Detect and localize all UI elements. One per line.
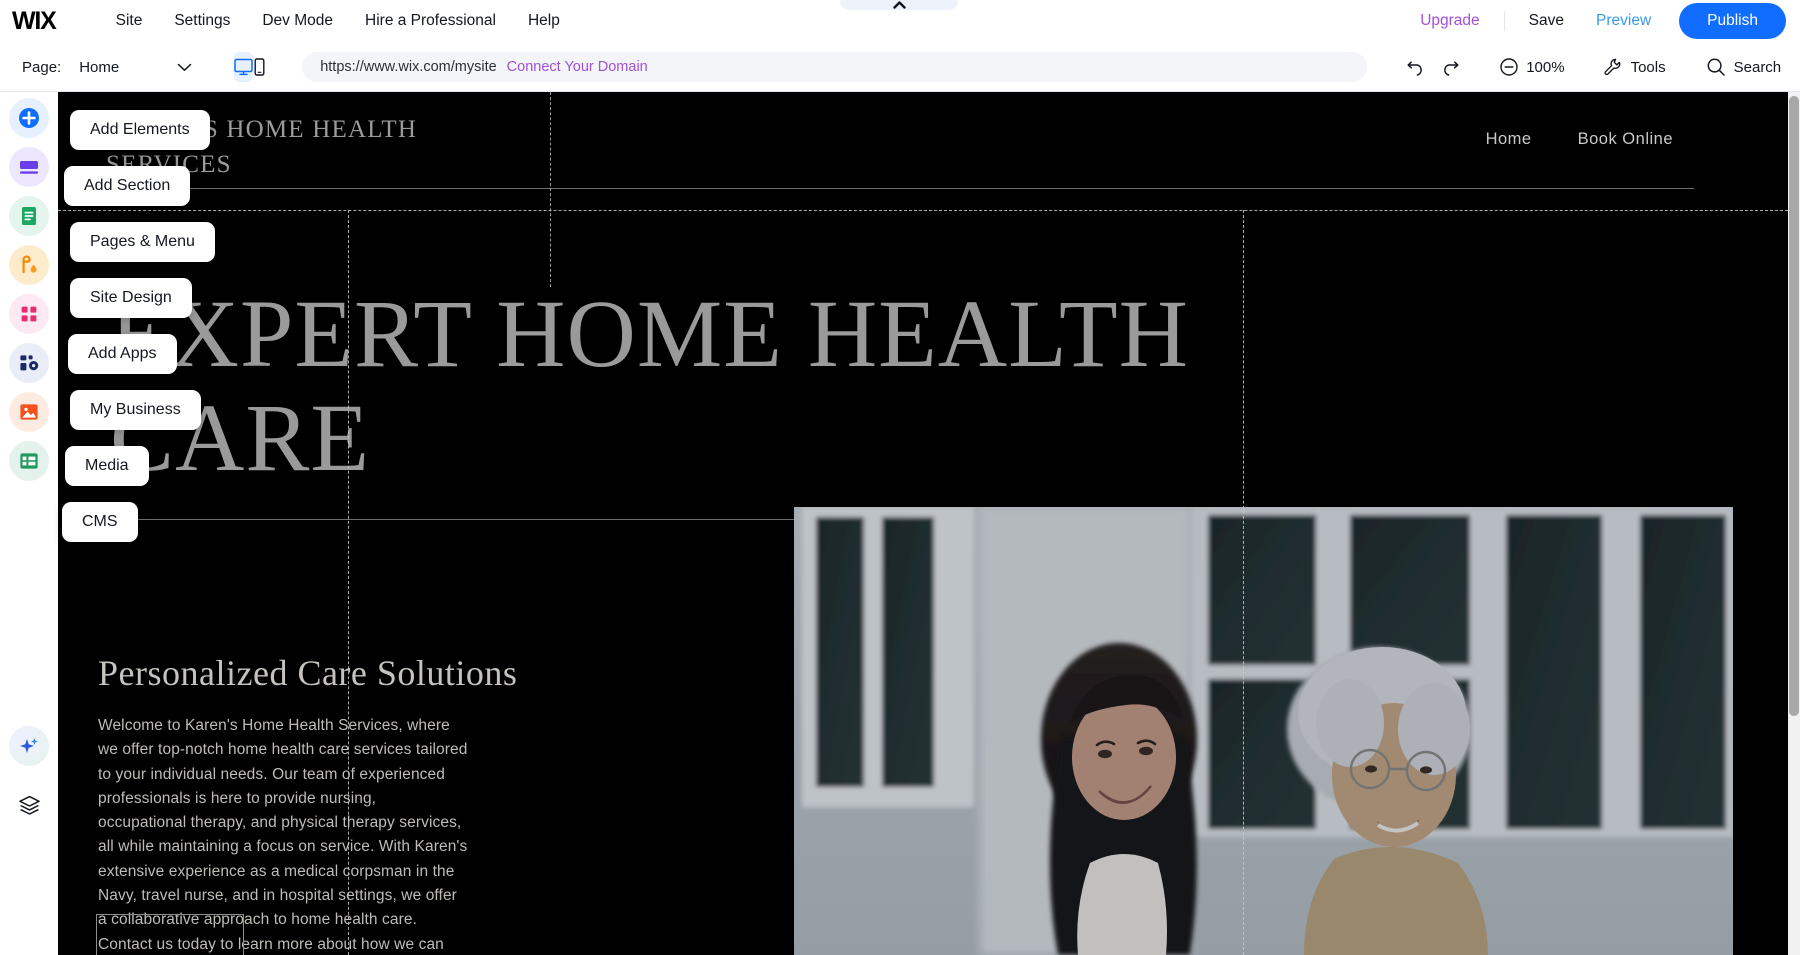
menu-item-settings[interactable]: Settings [158,6,246,36]
header-divider [82,188,1694,189]
redo-icon [1444,61,1459,76]
search-label: Search [1733,58,1782,76]
current-page-name[interactable]: Home [79,59,119,76]
site-canvas[interactable]: KAREN'S HOME HEALTH SERVICES Home Book O… [58,92,1788,955]
sidebar-item-my-business[interactable] [9,343,49,383]
pages-and-menu-button[interactable]: Pages & Menu [70,222,215,262]
site-nav: Home Book Online [1486,130,1673,149]
business-icon [20,355,39,371]
sidebar-item-add[interactable] [9,98,49,138]
panel-row: Add Section [64,166,215,206]
add-elements-button[interactable]: Add Elements [70,110,210,150]
image-icon [20,404,38,420]
desktop-icon [234,58,253,76]
tools-button[interactable]: Tools [1597,57,1672,77]
collapse-toolbar-handle[interactable] [840,0,958,10]
preview-button[interactable]: Preview [1580,6,1667,36]
tools-icon [1604,58,1620,76]
mobile-icon [254,58,265,76]
connect-your-domain-link[interactable]: Connect Your Domain [507,59,648,75]
divider [1503,11,1505,31]
apps-grid-icon [21,306,37,322]
mobile-view-button[interactable] [253,52,266,82]
menu-item-dev-mode[interactable]: Dev Mode [246,6,349,36]
my-business-button[interactable]: My Business [70,390,201,430]
panel-row: CMS [62,502,215,542]
search-button[interactable]: Search [1700,57,1788,77]
sparkle-icon [20,738,38,753]
tools-label: Tools [1630,58,1666,76]
menu-item-help[interactable]: Help [512,6,576,36]
sidebar-item-pages-and-menu[interactable] [9,196,49,236]
about-cta-button[interactable] [96,914,244,955]
page-label: Page: [22,58,62,76]
cms-button[interactable]: CMS [62,502,138,542]
panel-row: Media [65,446,215,486]
upgrade-link[interactable]: Upgrade [1404,6,1495,36]
chevron-up-icon [892,1,906,9]
undo-button[interactable] [1399,52,1433,82]
panel-row: Pages & Menu [70,222,215,262]
panel-row: Add Apps [68,334,215,374]
redo-button[interactable] [1433,52,1467,82]
history-controls [1399,52,1467,82]
chevron-down-icon [177,63,192,71]
sidebar-item-ai-assistant[interactable] [9,726,49,766]
left-sidebar [0,92,58,955]
top-menu: Site Settings Dev Mode Hire a Profession… [100,6,576,36]
site-design-button[interactable]: Site Design [70,278,192,318]
site-header: KAREN'S HOME HEALTH SERVICES Home Book O… [58,92,1733,196]
zoom-control[interactable]: 100% [1495,57,1568,77]
sidebar-item-cms[interactable] [9,441,49,481]
section-icon [20,161,38,174]
save-button[interactable]: Save [1513,6,1580,36]
about-heading[interactable]: Personalized Care Solutions [98,652,698,694]
canvas-scrollbar-thumb[interactable] [1789,96,1799,716]
hero-heading[interactable]: EXPERT HOME HEALTH CARE [110,282,1310,490]
layers-icon [18,795,40,815]
zoom-out-icon [1500,58,1518,76]
undo-icon [1407,61,1423,76]
add-section-button[interactable]: Add Section [64,166,191,206]
table-icon [20,453,38,469]
plus-circle-icon [19,108,39,128]
zoom-level: 100% [1526,58,1565,76]
editor-toolbar: Page: Home https://www.wix.com/mysite Co [0,43,1800,92]
site-frame: KAREN'S HOME HEALTH SERVICES Home Book O… [58,92,1733,955]
editor-panel-buttons: Add Elements Add Section Pages & Menu Si… [62,110,215,558]
site-nav-item-home[interactable]: Home [1486,130,1532,149]
caregiver-and-senior-woman-photo[interactable] [794,507,1733,955]
sidebar-item-site-design[interactable] [9,245,49,285]
menu-item-site[interactable]: Site [100,6,159,36]
top-menu-bar: WIX Site Settings Dev Mode Hire a Profes… [0,0,1800,43]
page-selector-dropdown[interactable] [177,63,192,72]
site-url-text: https://www.wix.com/mysite [320,59,497,75]
page-icon [22,207,36,225]
photo-illustration [794,507,1733,955]
panel-row: Add Elements [70,110,215,150]
panel-row: My Business [70,390,215,430]
site-nav-item-book-online[interactable]: Book Online [1578,130,1673,149]
media-button[interactable]: Media [65,446,149,486]
search-icon [1707,58,1725,76]
menu-item-hire-a-professional[interactable]: Hire a Professional [349,6,512,36]
desktop-view-button[interactable] [234,52,254,82]
site-url-bar[interactable]: https://www.wix.com/mysite Connect Your … [302,52,1368,82]
add-apps-button[interactable]: Add Apps [68,334,177,374]
top-actions: Upgrade Save Preview Publish [1404,3,1800,39]
sidebar-item-layers[interactable] [9,785,49,825]
wix-editor-window: WIX Site Settings Dev Mode Hire a Profes… [0,0,1800,955]
publish-button[interactable]: Publish [1679,3,1786,39]
sidebar-item-add-apps[interactable] [9,294,49,334]
sidebar-item-media[interactable] [9,392,49,432]
panel-row: Site Design [70,278,215,318]
sidebar-item-add-section[interactable] [9,147,49,187]
design-icon [22,255,37,274]
wix-logo[interactable]: WIX [12,7,57,36]
